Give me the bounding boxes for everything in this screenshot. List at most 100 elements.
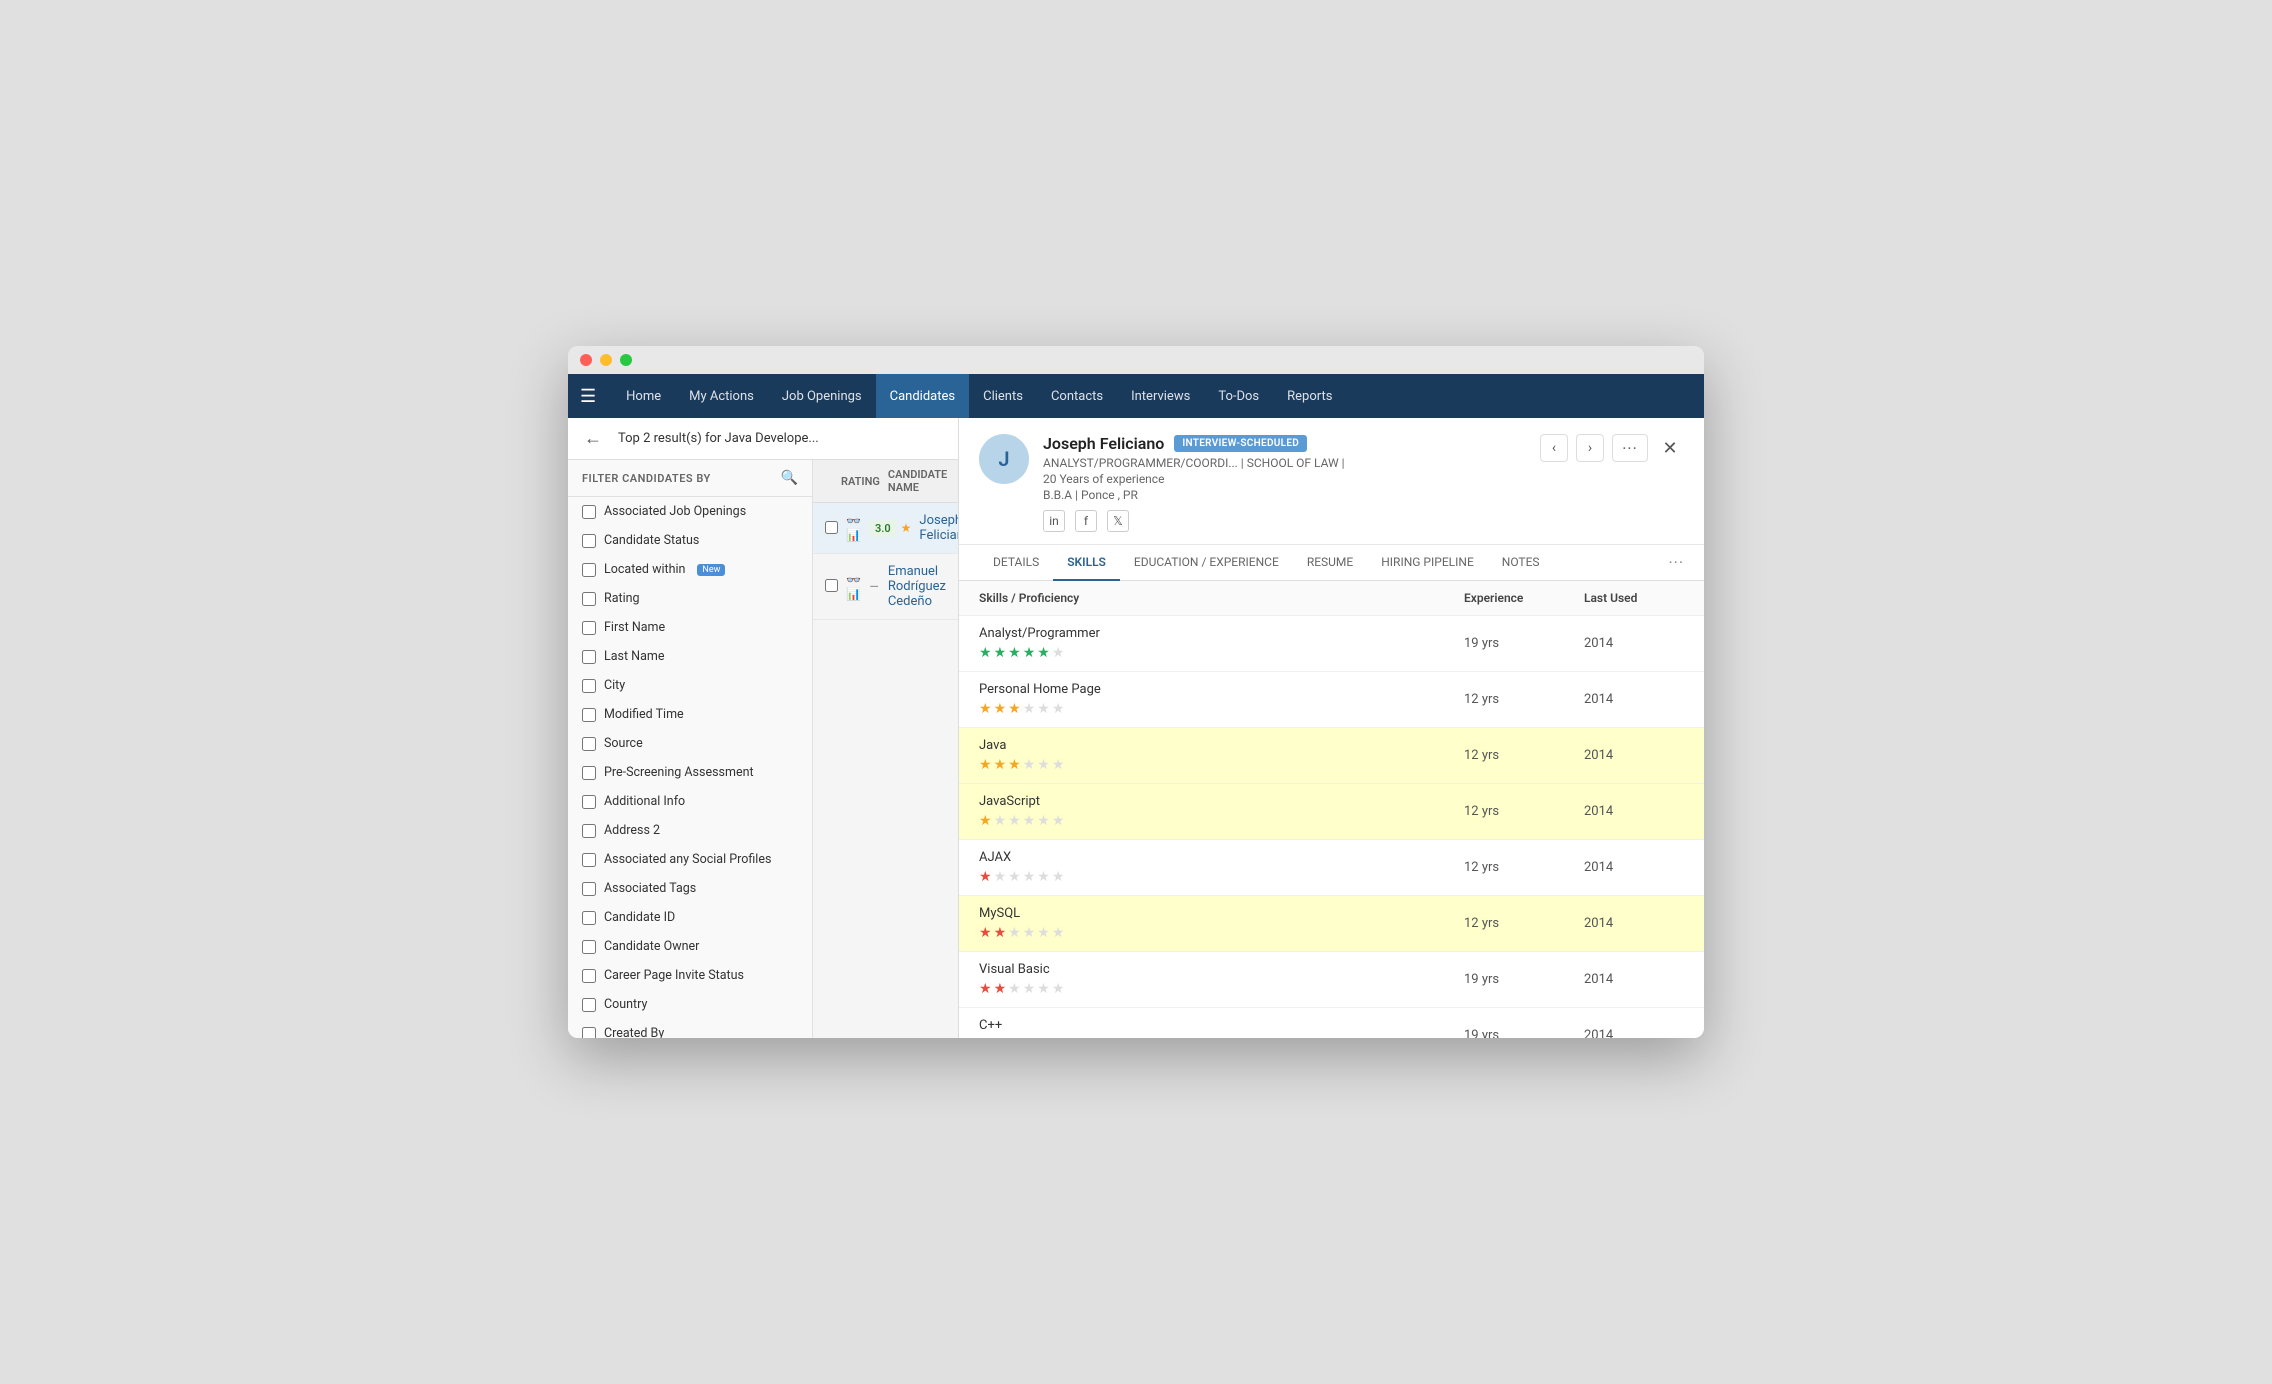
app-window: ☰ Home My Actions Job Openings Candidate… bbox=[568, 346, 1704, 1038]
search-title: Top 2 result(s) for Java Develope... bbox=[618, 431, 942, 446]
candidate-name-row: Joseph Feliciano INTERVIEW-SCHEDULED bbox=[1043, 434, 1526, 453]
skill-row: Personal Home Page★★★★★★12 yrs2014 bbox=[959, 672, 1704, 728]
back-button[interactable]: ← bbox=[584, 428, 602, 449]
table-row[interactable]: 👓 📊3.0★Joseph Feliciano bbox=[813, 503, 958, 554]
filter-item[interactable]: Associated Tags bbox=[568, 874, 812, 903]
candidate-name-cell[interactable]: Joseph Feliciano bbox=[919, 513, 958, 543]
menu-icon[interactable]: ☰ bbox=[580, 386, 596, 407]
table-row[interactable]: 👓 📊–Emanuel Rodríguez Cedeño bbox=[813, 554, 958, 620]
navbar: ☰ Home My Actions Job Openings Candidate… bbox=[568, 374, 1704, 418]
filter-item[interactable]: Candidate ID bbox=[568, 903, 812, 932]
candidate-header: J Joseph Feliciano INTERVIEW-SCHEDULED A… bbox=[959, 418, 1704, 545]
nav-item-clients[interactable]: Clients bbox=[969, 374, 1037, 418]
skill-stars: ★★★★★★ bbox=[979, 813, 1464, 829]
tab-skills[interactable]: SKILLS bbox=[1053, 545, 1120, 581]
tabs-more-button[interactable]: ··· bbox=[1668, 553, 1684, 572]
filter-item[interactable]: Created By bbox=[568, 1019, 812, 1038]
skill-stars: ★★★★★★ bbox=[979, 757, 1464, 773]
filter-item[interactable]: Pre-Screening Assessment bbox=[568, 758, 812, 787]
nav-item-myactions[interactable]: My Actions bbox=[675, 374, 768, 418]
close-dot[interactable] bbox=[580, 354, 592, 366]
minimize-dot[interactable] bbox=[600, 354, 612, 366]
candidate-education: B.B.A | Ponce , PR bbox=[1043, 488, 1526, 502]
candidates-list: RATING CANDIDATE NAME 👓 📊 3.0★ Joseph Feli… bbox=[813, 460, 958, 1038]
nav-item-todos[interactable]: To-Dos bbox=[1204, 374, 1273, 418]
filter-item[interactable]: Rating bbox=[568, 584, 812, 613]
maximize-dot[interactable] bbox=[620, 354, 632, 366]
filter-item[interactable]: City bbox=[568, 671, 812, 700]
tab-hiring-pipeline[interactable]: HIRING PIPELINE bbox=[1367, 545, 1488, 581]
filter-item[interactable]: Career Page Invite Status bbox=[568, 961, 812, 990]
linkedin-icon[interactable]: in bbox=[1043, 510, 1065, 532]
next-candidate-button[interactable]: › bbox=[1576, 434, 1604, 462]
skill-row: MySQL★★★★★★12 yrs2014 bbox=[959, 896, 1704, 952]
skill-stars: ★★★★★★ bbox=[979, 869, 1464, 885]
tabs-bar: DETAILSSKILLSEDUCATION / EXPERIENCERESUM… bbox=[959, 545, 1704, 581]
candidate-title: ANALYST/PROGRAMMER/COORDI... | SCHOOL OF… bbox=[1043, 456, 1526, 470]
filter-item[interactable]: Source bbox=[568, 729, 812, 758]
nav-item-interviews[interactable]: Interviews bbox=[1117, 374, 1204, 418]
skill-stars: ★★★★★★ bbox=[979, 645, 1464, 661]
nav-item-jobopenings[interactable]: Job Openings bbox=[768, 374, 876, 418]
more-options-button[interactable]: ··· bbox=[1612, 434, 1648, 462]
skill-row: AJAX★★★★★★12 yrs2014 bbox=[959, 840, 1704, 896]
filter-item[interactable]: Address 2 bbox=[568, 816, 812, 845]
skill-row: C++★★★★★★19 yrs2014 bbox=[959, 1008, 1704, 1038]
status-badge: INTERVIEW-SCHEDULED bbox=[1174, 435, 1307, 452]
skills-table-header: Skills / Proficiency Experience Last Use… bbox=[959, 581, 1704, 616]
nav-item-contacts[interactable]: Contacts bbox=[1037, 374, 1117, 418]
left-panel: ← Top 2 result(s) for Java Develope... F… bbox=[568, 418, 958, 1038]
close-panel-button[interactable]: ✕ bbox=[1656, 434, 1684, 462]
nav-item-reports[interactable]: Reports bbox=[1273, 374, 1346, 418]
filter-item[interactable]: Modified Time bbox=[568, 700, 812, 729]
prev-candidate-button[interactable]: ‹ bbox=[1540, 434, 1568, 462]
skill-row: Analyst/Programmer★★★★★★19 yrs2014 bbox=[959, 616, 1704, 672]
skills-content: Skills / Proficiency Experience Last Use… bbox=[959, 581, 1704, 1038]
twitter-icon[interactable]: 𝕏 bbox=[1107, 510, 1129, 532]
skills-col-exp-header: Experience bbox=[1464, 591, 1584, 605]
candidate-name-cell[interactable]: Emanuel Rodríguez Cedeño bbox=[888, 564, 946, 609]
search-bar: ← Top 2 result(s) for Java Develope... bbox=[568, 418, 958, 460]
filter-item[interactable]: First Name bbox=[568, 613, 812, 642]
right-panel: J Joseph Feliciano INTERVIEW-SCHEDULED A… bbox=[958, 418, 1704, 1038]
filter-item[interactable]: Candidate Owner bbox=[568, 932, 812, 961]
tab-resume[interactable]: RESUME bbox=[1293, 545, 1367, 581]
skills-rows: Analyst/Programmer★★★★★★19 yrs2014Person… bbox=[959, 616, 1704, 1038]
filter-item[interactable]: Candidate Status bbox=[568, 526, 812, 555]
nav-item-candidates[interactable]: Candidates bbox=[876, 374, 969, 418]
tab-notes[interactable]: NOTES bbox=[1488, 545, 1554, 581]
facebook-icon[interactable]: f bbox=[1075, 510, 1097, 532]
skill-stars: ★★★★★★ bbox=[979, 925, 1464, 941]
filter-items-list: Associated Job OpeningsCandidate StatusL… bbox=[568, 497, 812, 1038]
tab-education---experience[interactable]: EDUCATION / EXPERIENCE bbox=[1120, 545, 1293, 581]
skills-col-skill-header: Skills / Proficiency bbox=[979, 591, 1464, 605]
col-rating-header: RATING bbox=[841, 475, 880, 488]
row-rating: – bbox=[869, 577, 880, 596]
filter-item[interactable]: Country bbox=[568, 990, 812, 1019]
row-action-icons: 👓 📊 bbox=[846, 573, 861, 601]
filter-panel: FILTER CANDIDATES BY 🔍 Associated Job Op… bbox=[568, 460, 813, 1038]
social-icons: in f 𝕏 bbox=[1043, 510, 1526, 532]
skill-row: Java★★★★★★12 yrs2014 bbox=[959, 728, 1704, 784]
filter-search-icon[interactable]: 🔍 bbox=[781, 470, 798, 486]
titlebar bbox=[568, 346, 1704, 374]
filter-item[interactable]: Additional Info bbox=[568, 787, 812, 816]
filter-header: FILTER CANDIDATES BY 🔍 bbox=[568, 460, 812, 497]
filter-item[interactable]: Associated Job Openings bbox=[568, 497, 812, 526]
nav-item-home[interactable]: Home bbox=[612, 374, 675, 418]
filter-item[interactable]: Located withinNew bbox=[568, 555, 812, 584]
col-name-header: CANDIDATE NAME bbox=[888, 468, 947, 494]
filter-item[interactable]: Last Name bbox=[568, 642, 812, 671]
table-header: RATING CANDIDATE NAME bbox=[813, 460, 958, 503]
filter-title: FILTER CANDIDATES BY bbox=[582, 472, 711, 485]
skill-row: JavaScript★★★★★★12 yrs2014 bbox=[959, 784, 1704, 840]
row-rating: 3.0★ bbox=[869, 520, 911, 537]
candidate-info: Joseph Feliciano INTERVIEW-SCHEDULED ANA… bbox=[1043, 434, 1526, 532]
table-body: 👓 📊 3.0★ Joseph Feliciano 👓 📊–Emanuel Rodrí… bbox=[813, 503, 958, 1038]
filter-item[interactable]: Associated any Social Profiles bbox=[568, 845, 812, 874]
skill-row: Visual Basic★★★★★★19 yrs2014 bbox=[959, 952, 1704, 1008]
tab-details[interactable]: DETAILS bbox=[979, 545, 1053, 581]
candidate-experience: 20 Years of experience bbox=[1043, 472, 1526, 486]
skills-col-last-header: Last Used bbox=[1584, 591, 1684, 605]
avatar: J bbox=[979, 434, 1029, 484]
